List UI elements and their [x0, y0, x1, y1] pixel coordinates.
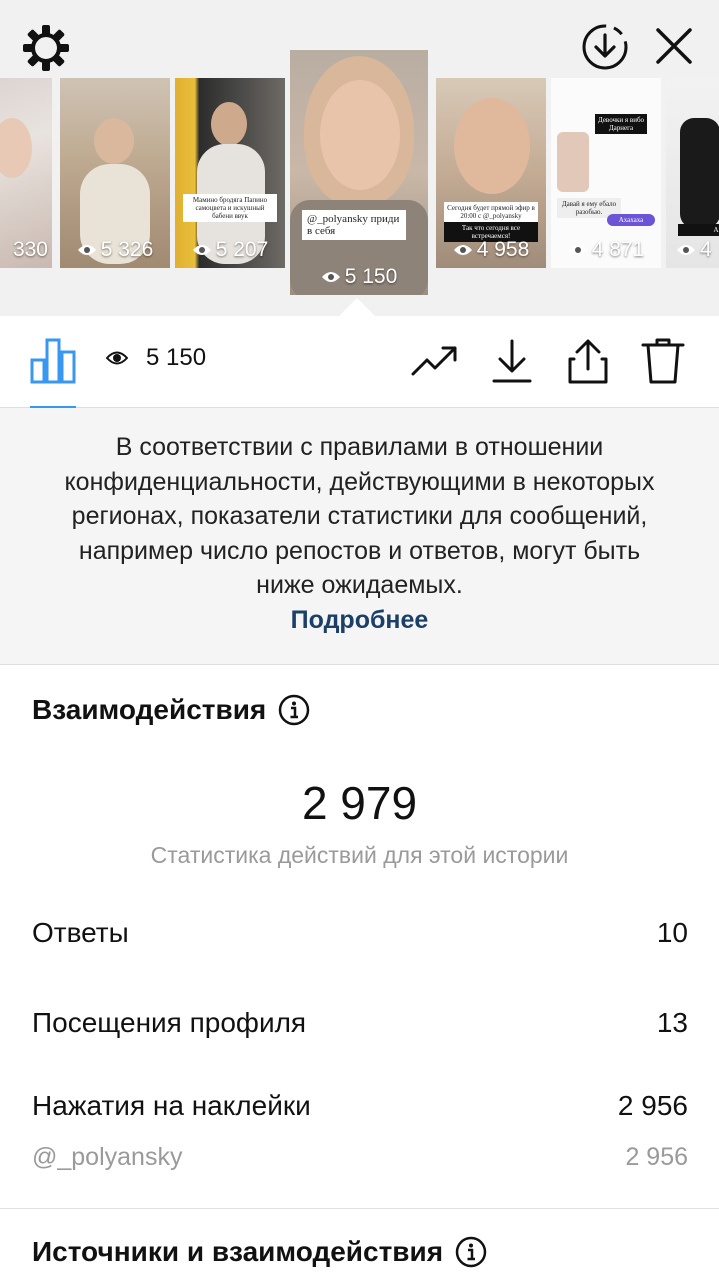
trending-up-icon	[411, 346, 457, 376]
share-button[interactable]	[563, 336, 613, 386]
promote-button[interactable]	[410, 336, 460, 386]
stat-label: Ответы	[32, 917, 129, 948]
story-views: 4	[700, 238, 712, 261]
sources-title: Источники и взаимодействия	[32, 1236, 444, 1267]
section-divider	[0, 1208, 719, 1209]
settings-button[interactable]	[20, 22, 72, 74]
info-icon[interactable]	[278, 694, 310, 726]
share-icon	[568, 339, 608, 384]
story-caption: Ахахаха	[607, 214, 655, 226]
download-icon	[492, 339, 532, 383]
interactions-title: Взаимодействия	[32, 694, 267, 725]
story-caption: Ахаха об	[678, 224, 719, 236]
interactions-subtitle: Статистика действий для этой истории	[150, 842, 569, 868]
learn-more-link[interactable]: Подробнее	[50, 603, 669, 637]
stat-row-profile-visits: Посещения профиля 13	[32, 1007, 688, 1039]
eye-icon	[321, 272, 340, 282]
story-views: 5 326	[100, 238, 154, 261]
story-caption: Сегодня будет прямой эфир в 20:00 с @_po…	[444, 202, 538, 222]
circle-download-icon	[582, 24, 628, 70]
view-count-value: 5 150	[146, 344, 207, 371]
tab-insights[interactable]	[30, 336, 76, 408]
privacy-notice-text: В соответствии с правилами в отношении к…	[64, 433, 655, 599]
eye-icon	[192, 245, 211, 255]
interactions-total: 2 979	[301, 777, 418, 829]
stat-subvalue: 2 956	[625, 1143, 688, 1171]
delete-button[interactable]	[638, 336, 688, 386]
story-thumbnail[interactable]: 5 326	[60, 78, 170, 268]
stat-sublabel: @_polyansky	[32, 1143, 183, 1171]
story-thumbnail[interactable]: Ахаха об 4	[666, 78, 719, 268]
close-icon	[656, 28, 692, 64]
story-views: 4 871	[591, 238, 645, 261]
story-thumbnail[interactable]: 330	[0, 78, 52, 268]
sources-header: Источники и взаимодействия	[32, 1236, 487, 1268]
info-icon[interactable]	[455, 1236, 487, 1268]
story-views: 330	[12, 238, 48, 261]
privacy-notice: В соответствии с правилами в отношении к…	[0, 408, 719, 665]
story-thumbnail[interactable]: Девочки я вибо Дарнега Давай я ему ебало…	[551, 78, 661, 268]
stat-label: Нажатия на наклейки	[32, 1090, 311, 1121]
gear-icon	[23, 25, 69, 71]
stat-value: 10	[656, 917, 688, 948]
story-views: 5 150	[344, 265, 398, 288]
stat-row-replies: Ответы 10	[32, 917, 688, 949]
eye-icon	[677, 245, 695, 255]
story-caption: @_polyansky приди в себя	[302, 210, 406, 240]
close-button[interactable]	[648, 20, 700, 72]
story-thumbnail[interactable]: Сегодня будет прямой эфир в 20:00 с @_po…	[436, 78, 546, 268]
download-circle-button[interactable]	[578, 20, 632, 74]
stat-row-sticker-taps: Нажатия на наклейки 2 956	[32, 1090, 688, 1122]
view-count: 5 150	[106, 344, 206, 372]
stat-label: Посещения профиля	[32, 1007, 307, 1038]
story-views: 4 958	[476, 238, 530, 261]
story-views: 5 207	[215, 238, 269, 261]
story-thumbnail[interactable]: Мамино бродяга Папино самоцвета и искушн…	[175, 78, 285, 268]
story-caption: Девочки я вибо Дарнега	[595, 114, 647, 134]
bar-chart-icon	[30, 338, 76, 384]
eye-icon	[106, 351, 128, 365]
selection-pointer	[339, 298, 375, 316]
interactions-header: Взаимодействия	[32, 694, 310, 726]
save-button[interactable]	[487, 336, 537, 386]
trash-icon	[641, 338, 685, 384]
eye-icon	[568, 245, 587, 255]
stat-value: 2 956	[617, 1090, 688, 1121]
eye-icon	[453, 245, 472, 255]
stat-row-sticker-mention: @_polyansky 2 956	[32, 1143, 688, 1172]
story-strip: 330 5 326 Мамино бродяга Папино самоцвет…	[0, 0, 719, 316]
story-thumbnail-selected[interactable]: @_polyansky приди в себя 5 150	[290, 50, 428, 295]
story-action-bar: 5 150	[0, 316, 719, 408]
story-caption: Мамино бродяга Папино самоцвета и искушн…	[183, 194, 277, 222]
eye-icon	[77, 245, 96, 255]
stat-value: 13	[656, 1007, 688, 1038]
